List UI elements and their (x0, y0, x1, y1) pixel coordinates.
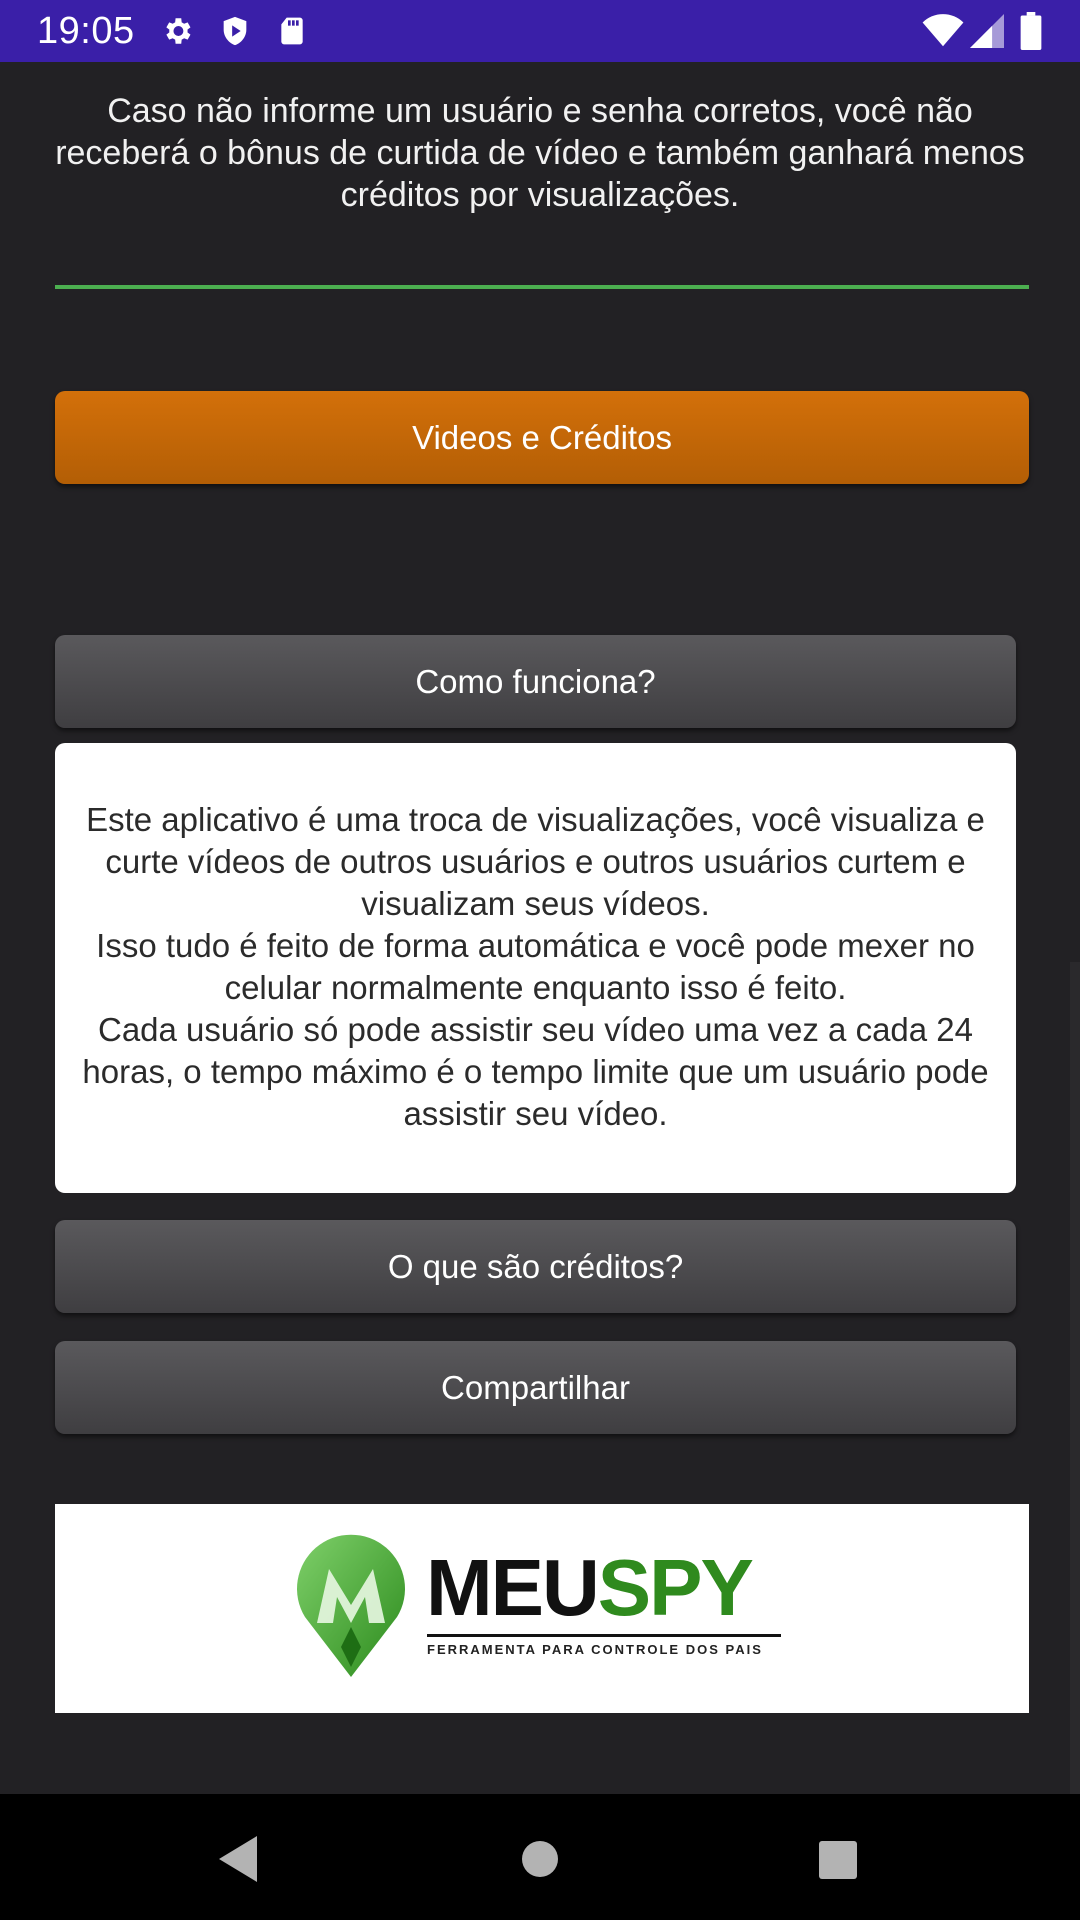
brand-part1: MEU (426, 1543, 600, 1632)
banner-tagline: FERRAMENTA PARA CONTROLE DOS PAIS (427, 1634, 781, 1657)
input-underline[interactable] (55, 285, 1029, 289)
signal-icon (970, 14, 1004, 53)
navigation-bar (0, 1794, 1080, 1920)
main-content[interactable]: Caso não informe um usuário e senha corr… (0, 62, 1080, 1856)
sd-card-icon (276, 14, 308, 53)
recents-icon[interactable] (817, 1839, 859, 1886)
meuspy-logo-icon (295, 1527, 407, 1682)
warning-text: Caso não informe um usuário e senha corr… (55, 92, 1025, 214)
how-it-works-panel: Este aplicativo é uma troca de visualiza… (55, 743, 1016, 1193)
back-icon[interactable] (215, 1834, 259, 1889)
how-it-works-button[interactable]: Como funciona? (55, 635, 1016, 728)
meuspy-wordmark: MEUSPY (426, 1548, 754, 1628)
videos-credits-button[interactable]: Videos e Créditos (55, 391, 1029, 484)
battery-icon (1020, 12, 1042, 55)
brand-part2: SPY (597, 1543, 754, 1632)
how-it-works-text: Este aplicativo é uma troca de visualiza… (82, 801, 989, 1132)
share-button[interactable]: Compartilhar (55, 1341, 1016, 1434)
meuspy-banner[interactable]: MEUSPY FERRAMENTA PARA CONTROLE DOS PAIS (55, 1504, 1029, 1713)
home-icon[interactable] (520, 1839, 560, 1884)
scrollbar[interactable] (1070, 962, 1080, 1856)
wifi-icon (922, 14, 964, 53)
status-bar: 19:05 (0, 0, 1080, 62)
what-are-credits-button[interactable]: O que são créditos? (55, 1220, 1016, 1313)
settings-icon (160, 14, 194, 53)
status-time: 19:05 (37, 10, 135, 52)
shield-icon (218, 14, 252, 53)
